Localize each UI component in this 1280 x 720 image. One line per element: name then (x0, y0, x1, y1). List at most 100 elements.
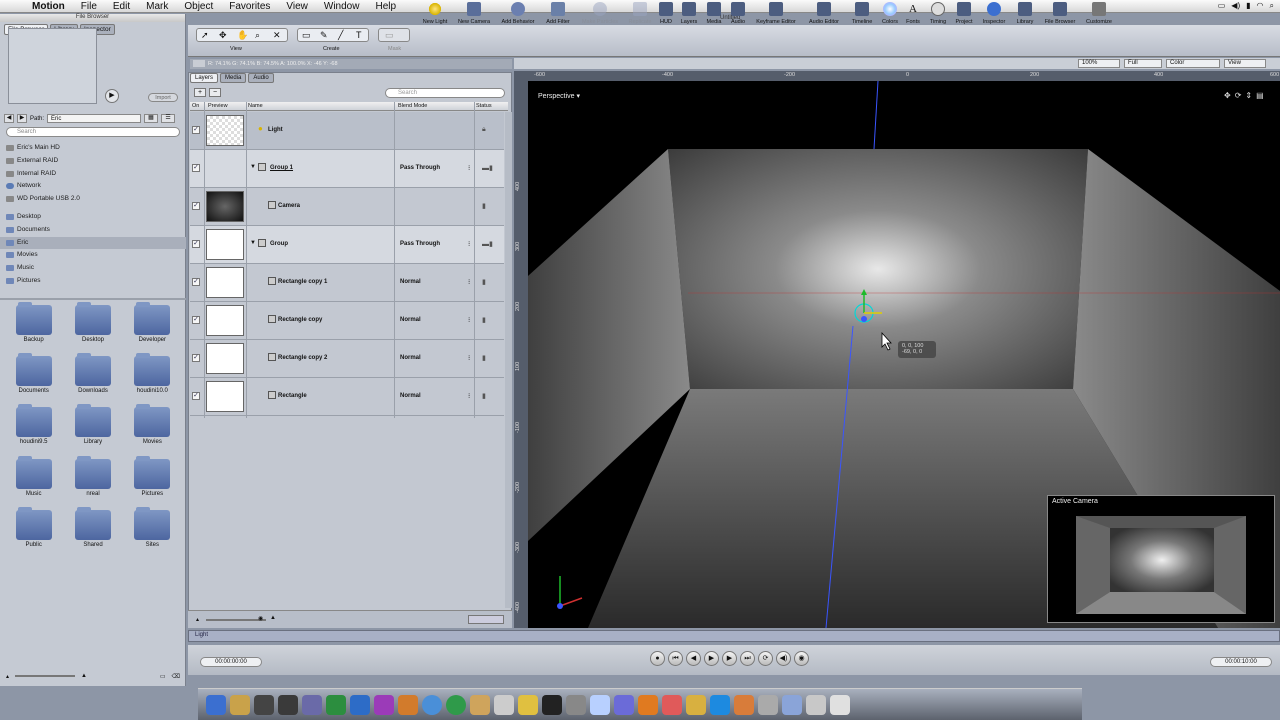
layer-row[interactable]: ✓ Camera ▮ (190, 188, 504, 226)
create-tools[interactable]: ▭ ✎ ╱ T (297, 28, 369, 42)
source-item[interactable]: Network (0, 180, 186, 193)
layer-row[interactable]: ✓ Rectangle copy Normal ⁝ ▮ (190, 302, 504, 340)
menu-file[interactable]: File (73, 1, 105, 12)
add-filter-button[interactable]: Add Filter (542, 2, 574, 25)
paint-stroke-icon[interactable]: ╱ (338, 30, 343, 41)
go-to-start-button[interactable]: ⏮ (668, 651, 683, 666)
layer-name[interactable]: Camera (278, 203, 300, 209)
mini-timeline[interactable] (188, 630, 1280, 642)
icon-size-slider[interactable] (15, 675, 76, 677)
layers-search-input[interactable]: Search (385, 88, 505, 98)
add-behavior-button[interactable]: Add Behavior (497, 2, 539, 25)
new-folder-icon[interactable]: ▭ (160, 673, 166, 680)
orbit-view-icon[interactable]: ⟳ (1235, 91, 1242, 100)
layer-name[interactable]: Rectangle (278, 393, 307, 399)
spotlight-icon[interactable]: ⌕ (1270, 1, 1274, 11)
splitter[interactable] (0, 298, 186, 300)
layer-row[interactable]: ✓ Rectangle copy 1 Normal ⁝ ▮ (190, 264, 504, 302)
mask-icon[interactable]: ▭ (385, 30, 394, 41)
mail-icon[interactable] (590, 694, 610, 715)
audio-button[interactable]: Audio (727, 2, 749, 25)
tab-audio[interactable]: Audio (248, 73, 274, 83)
final-cut-icon[interactable] (278, 694, 298, 715)
go-to-end-button[interactable]: ⏭ (740, 651, 755, 666)
audio-editor-button[interactable]: Audio Editor (804, 2, 844, 25)
blend-mode-popup-icon[interactable]: ⁝ (468, 392, 470, 400)
textedit-icon[interactable] (494, 694, 514, 715)
orbit-icon[interactable]: ✕ (273, 30, 281, 41)
blend-mode[interactable]: Normal (400, 317, 421, 323)
blend-mode-popup-icon[interactable]: ⁝ (468, 164, 470, 172)
place-item[interactable]: Movies (0, 249, 186, 262)
layer-enable-checkbox[interactable]: ✓ (192, 202, 200, 210)
icon-view-button[interactable]: ▦ (144, 114, 159, 123)
menu-help[interactable]: Help (367, 1, 404, 12)
tab-layers[interactable]: Layers (190, 73, 219, 83)
trash-icon[interactable] (830, 694, 850, 715)
audio-toggle-button[interactable]: ◀) (776, 651, 791, 666)
nuke-icon[interactable] (686, 694, 706, 715)
place-item[interactable]: Music (0, 262, 186, 275)
layer-enable-checkbox[interactable]: ✓ (192, 126, 200, 134)
blend-mode[interactable]: Pass Through (400, 241, 440, 247)
folder-item[interactable]: Pictures (123, 455, 182, 504)
pan-hand-icon[interactable]: ✋ (237, 30, 248, 41)
bezier-icon[interactable]: ✎ (320, 30, 328, 41)
lock-icon[interactable]: 🔒︎ (482, 126, 486, 134)
folder-item[interactable]: houdini9.5 (4, 404, 63, 452)
color-app-icon[interactable] (326, 694, 346, 715)
forward-button[interactable]: ▶ (17, 114, 27, 123)
layer-name[interactable]: Group 1 (270, 165, 293, 171)
lock-icon[interactable]: ▬▮ (482, 164, 493, 172)
layer-row[interactable]: ✓ Rectangle copy 2 Normal ⁝ ▮ (190, 340, 504, 378)
project-button[interactable]: Project (952, 2, 976, 25)
disclosure-triangle-icon[interactable]: ▼ (250, 240, 256, 246)
blend-mode[interactable]: Normal (400, 279, 421, 285)
folder-item[interactable]: Shared (63, 506, 122, 555)
layer-enable-checkbox[interactable]: ✓ (192, 354, 200, 362)
blend-mode-popup-icon[interactable]: ⁝ (468, 278, 470, 286)
layer-name[interactable]: Rectangle copy (278, 317, 322, 323)
app-icon[interactable] (710, 694, 730, 715)
script-editor-icon[interactable] (518, 694, 538, 715)
folder-item[interactable]: Developer (123, 302, 182, 350)
itunes-icon[interactable] (374, 694, 394, 715)
folder-item[interactable]: nreal (63, 455, 122, 504)
folder-item[interactable]: Documents (4, 353, 63, 401)
folder-item[interactable]: Desktop (63, 302, 122, 350)
wifi-icon[interactable]: ◠ (1257, 1, 1264, 11)
source-item[interactable]: Internal RAID (0, 168, 186, 181)
stickies-icon[interactable] (734, 694, 754, 715)
layer-row[interactable]: ✓ ● Light 🔒︎ (190, 112, 504, 150)
add-layer-button[interactable]: + (194, 88, 206, 97)
disclosure-triangle-icon[interactable]: ▼ (250, 164, 256, 170)
inspector-button[interactable]: Inspector (979, 2, 1009, 25)
place-item[interactable]: Pictures (0, 275, 186, 288)
layer-enable-checkbox[interactable]: ✓ (192, 164, 200, 172)
layer-name[interactable]: Group (270, 241, 288, 247)
camera-view-popup[interactable]: Perspective ▾ (538, 92, 580, 100)
timeline-button[interactable]: Timeline (848, 2, 876, 25)
folder-item[interactable]: Public (4, 506, 63, 555)
display-icon[interactable]: ▭ (1218, 1, 1226, 11)
hud-button[interactable]: HUD (657, 2, 675, 25)
blend-mode[interactable]: Normal (400, 393, 421, 399)
current-time-field[interactable]: 00:00:00:00 (200, 657, 262, 667)
safari-icon[interactable] (422, 694, 442, 715)
system-prefs-icon[interactable] (566, 694, 586, 715)
layer-enable-checkbox[interactable]: ✓ (192, 240, 200, 248)
remove-layer-button[interactable]: − (209, 88, 221, 97)
layer-row[interactable]: ✓ Rectangle Normal ⁝ ▮ (190, 378, 504, 416)
layer-row[interactable]: ✓ ▼ Group 1 Pass Through ⁝ ▬▮ (190, 150, 504, 188)
file-browser-button[interactable]: File Browser (1040, 2, 1080, 25)
lock-icon[interactable]: ▮ (482, 278, 486, 286)
finder-icon[interactable] (206, 694, 226, 715)
terminal-icon[interactable] (542, 694, 562, 715)
layers-scrollbar[interactable] (505, 112, 512, 608)
activity-monitor-icon[interactable] (254, 694, 274, 715)
folder-item[interactable]: Backup (4, 302, 63, 350)
new-camera-button[interactable]: New Camera (455, 2, 493, 25)
resolution-popup[interactable]: Full (1124, 59, 1162, 68)
layer-name[interactable]: Light (268, 127, 283, 133)
place-item[interactable]: Documents (0, 224, 186, 237)
